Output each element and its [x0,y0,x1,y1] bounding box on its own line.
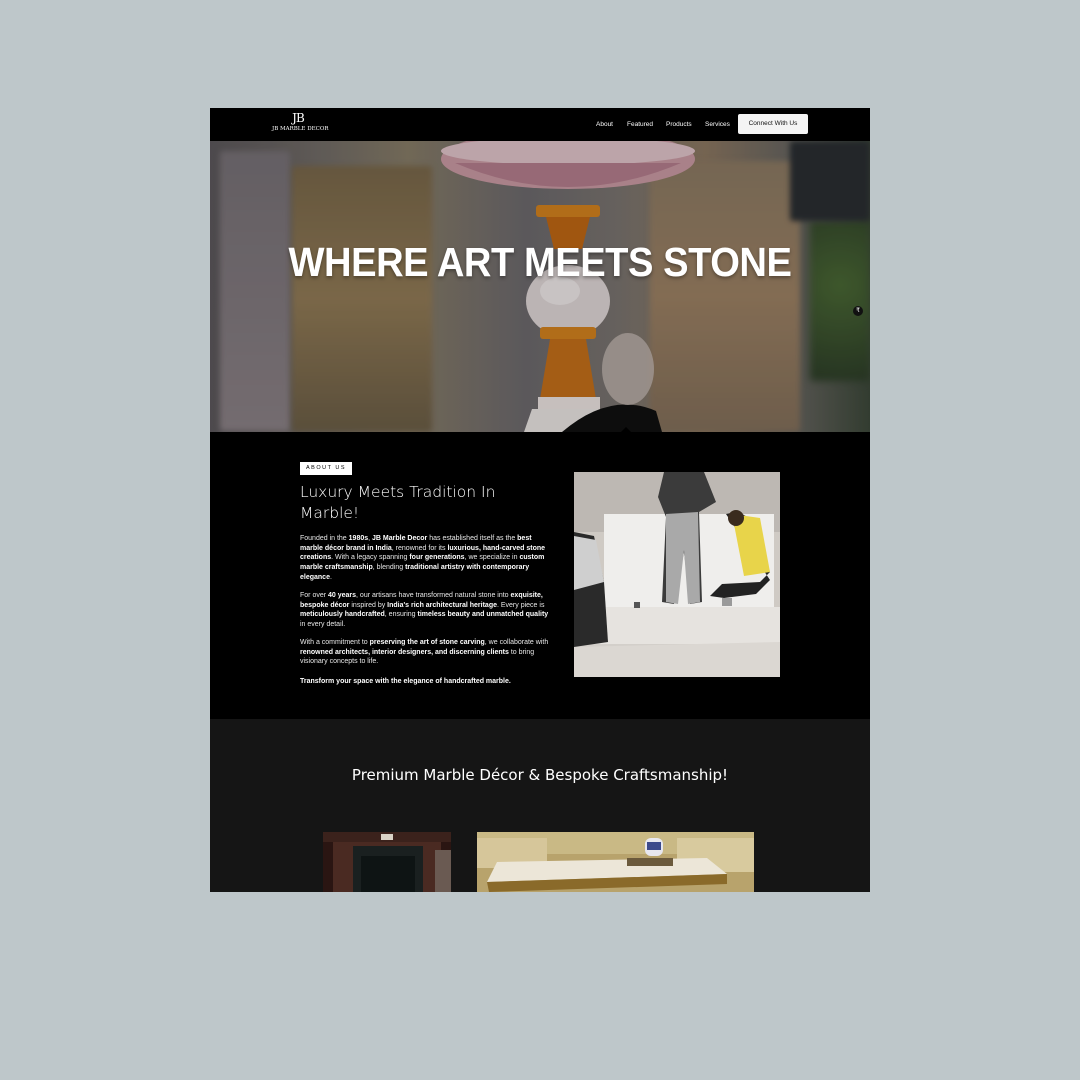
text-run: in every detail. [300,621,346,629]
bold-text-run: JB Marble Decor [372,535,428,542]
text-run: , our artisans have transformed natural … [356,592,511,599]
text-run: , ensuring [384,611,418,619]
nav-link-services[interactable]: Services [705,120,730,129]
bold-text-run: meticulously handcrafted [300,611,385,619]
artisans-installing-marble-image [574,472,780,677]
coffee-table-image [477,832,754,892]
nav-link-about[interactable]: About [596,120,613,129]
premium-title: Premium Marble Décor & Bespoke Craftsman… [351,766,729,784]
bold-text-run: Transform your space with the elegance o… [300,678,511,685]
text-run: , blending [372,564,406,572]
brand-name: JB MARBLE DECOR [272,126,329,132]
about-paragraph: Transform your space with the elegance o… [300,677,550,687]
bold-text-run: four generations [409,554,465,562]
about-section: ABOUT US Luxury Meets Tradition In Marbl… [210,432,870,719]
top-navbar: JB JB MARBLE DECOR About Featured Produc… [210,108,870,142]
bold-text-run: timeless beauty and unmatched quality [417,611,549,619]
fireplace-image [323,832,451,892]
nav-link-products[interactable]: Products [666,120,692,129]
product-thumb-coffee-table[interactable] [477,832,754,892]
hero-banner: WHERE ART MEETS STONE ₹ [210,141,870,432]
brand-monogram: JB [292,111,305,125]
text-run: For over [300,592,329,599]
bold-text-run: preserving the art of stone carving [369,639,485,646]
text-run: With a commitment to [300,639,370,646]
about-paragraph: For over 40 years, our artisans have tra… [300,591,550,630]
text-run: . With a legacy spanning [331,554,410,562]
about-tag: ABOUT US [300,462,353,475]
nav-link-featured[interactable]: Featured [627,120,653,129]
bold-text-run: 40 years [328,592,357,599]
currency-badge-icon[interactable]: ₹ [853,306,863,316]
about-heading: Luxury Meets Tradition In Marble! [300,483,496,522]
about-paragraph: Founded in the 1980s, JB Marble Decor ha… [300,534,550,583]
premium-section: Premium Marble Décor & Bespoke Craftsman… [210,719,870,892]
text-run: . Every piece is [496,601,545,609]
bold-text-run: renowned architects, interior designers,… [300,648,509,656]
artisans-photo [574,472,780,677]
product-thumb-fireplace[interactable] [323,832,451,892]
connect-button[interactable]: Connect With Us [738,114,808,134]
bold-text-run: India's rich architectural heritage [387,601,497,609]
text-run: has established itself as the [427,535,518,542]
text-run: Founded in the [300,535,349,542]
hero-title: WHERE ART MEETS STONE [288,239,792,285]
about-paragraph: With a commitment to preserving the art … [300,638,550,667]
text-run: . [329,573,332,581]
text-run: , renowned for its [391,544,448,552]
brand-logo[interactable]: JB JB MARBLE DECOR [272,111,329,138]
bold-text-run: 1980s [348,535,369,542]
text-run: , we specialize in [464,554,520,562]
text-run: inspired by [349,601,388,609]
website-frame: JB JB MARBLE DECOR About Featured Produc… [210,108,870,892]
text-run: , we collaborate with [484,639,549,646]
